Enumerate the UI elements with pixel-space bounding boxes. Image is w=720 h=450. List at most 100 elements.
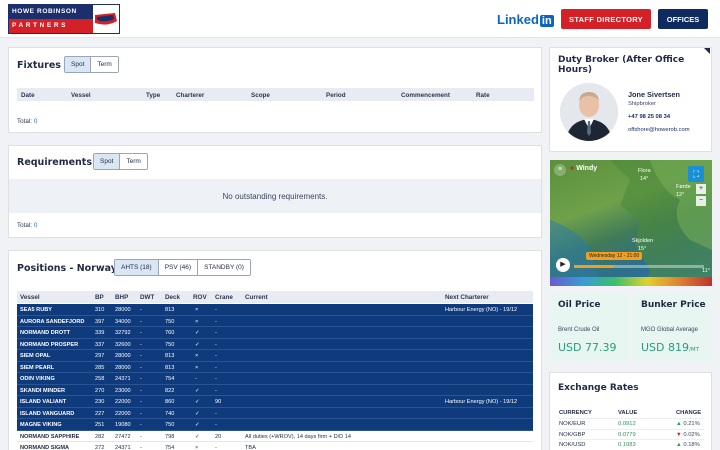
col-charterer[interactable]: Charterer [176, 92, 204, 99]
fixtures-tab-spot[interactable]: Spot [65, 57, 91, 72]
fixtures-tabs: Spot Term [64, 56, 119, 73]
cell-next: Harbour Energy (NO) - 19/12 [445, 307, 518, 313]
col-current[interactable]: Current [245, 294, 268, 301]
cell-crane: 90 [215, 399, 222, 405]
cell-dwt: - [140, 410, 142, 417]
table-row[interactable]: ISLAND VANGUARD 227 22000 - 740 ✓ - [17, 407, 533, 419]
play-icon[interactable]: ▶ [556, 258, 570, 272]
cell-dwt: - [140, 387, 142, 394]
cell-deck: 860 [165, 399, 175, 405]
table-row[interactable]: SIEM PEARL 285 28000 - 813 × - [17, 361, 533, 373]
table-row[interactable]: NORMAND SIGMA 272 24371 - 754 × - TBA [17, 442, 533, 450]
col-vessel[interactable]: Vessel [20, 294, 40, 301]
col-deck[interactable]: Deck [165, 294, 180, 301]
cell-bp: 339 [95, 330, 105, 336]
fixtures-table-header: Date Vessel Type Charterer Scope Period … [17, 88, 534, 101]
table-row[interactable]: NORMAND DROTT 339 32792 - 760 ✓ - [17, 327, 533, 339]
table-row[interactable]: ISLAND VALIANT 230 22000 - 860 ✓ 90 Harbour Ene… [17, 396, 533, 408]
zoom-out-button[interactable]: − [696, 196, 706, 206]
col-period[interactable]: Period [326, 92, 346, 99]
map-label-skjolden: Skjolden [632, 238, 654, 244]
requirements-total: Total: 0 [17, 222, 37, 229]
positions-tab-psv[interactable]: PSV (46) [157, 260, 198, 275]
windy-brand-text: Windy [576, 165, 598, 172]
site-header: HOWE ROBINSON PARTNERS Linked in STAFF DI… [0, 0, 720, 38]
requirements-tab-spot[interactable]: Spot [94, 154, 120, 169]
fullscreen-icon[interactable]: ⛶ [688, 166, 704, 182]
requirements-total-value: 0 [33, 222, 38, 229]
positions-title: Positions - Norway [17, 263, 117, 274]
table-row[interactable]: SKANDI MINDER 270 23000 - 822 ✓ - [17, 384, 533, 396]
cell-current: All duties (+WROV), 14 days firm + D/D 1… [245, 433, 352, 440]
cell-rov: ✓ [195, 433, 200, 440]
col-date[interactable]: Date [21, 92, 35, 99]
oil-price-card: Oil Price Brent Crude Oil USD 77.39 [550, 293, 629, 362]
exchange-rates-title: Exchange Rates [558, 383, 639, 393]
cell-dwt: - [140, 353, 142, 359]
table-row[interactable]: SIEM OPAL 297 28000 - 813 × - [17, 350, 533, 362]
cell-dwt: - [140, 330, 142, 336]
col-rate[interactable]: Rate [476, 92, 490, 99]
windy-logo-icon: ● [570, 165, 575, 172]
fx-col-currency: CURRENCY [559, 410, 592, 416]
zoom-in-button[interactable]: + [696, 184, 706, 194]
cell-rov: ✓ [195, 410, 200, 417]
col-scope[interactable]: Scope [251, 92, 270, 99]
cell-crane: - [215, 376, 217, 382]
col-dwt[interactable]: DWT [140, 294, 154, 301]
table-row[interactable]: AURORA SANDEFJORD 397 34000 - 750 × - [17, 315, 533, 327]
cell-vessel: SKANDI MINDER [20, 387, 66, 394]
broker-phone[interactable]: +47 98 25 08 34 [628, 114, 670, 120]
col-vessel[interactable]: Vessel [71, 92, 91, 99]
table-row[interactable]: NORMAND PROSPER 337 32600 - 750 ✓ - [17, 338, 533, 350]
cell-dwt: - [140, 399, 142, 405]
cell-dwt: - [140, 307, 142, 313]
cell-bp: 310 [95, 307, 105, 313]
cell-crane: - [215, 387, 217, 394]
col-type[interactable]: Type [146, 92, 160, 99]
weather-map[interactable]: ≡ ● Windy ⛶ + − Flora 14° Førde 12° Skjo… [550, 160, 712, 286]
company-logo[interactable]: HOWE ROBINSON PARTNERS [8, 4, 120, 34]
cell-bhp: 32792 [115, 330, 131, 336]
col-bhp[interactable]: BHP [115, 294, 128, 301]
cell-bp: 337 [95, 341, 105, 348]
fx-row: NOK/EUR 0.0912 ▲ 0.21% [558, 419, 704, 430]
timeline-slider[interactable] [574, 265, 704, 268]
table-row[interactable]: NORMAND SAPPHIRE 282 27472 - 798 ✓ 20 All dutie… [17, 430, 533, 442]
cell-vessel: ISLAND VANGUARD [20, 410, 75, 417]
col-crane[interactable]: Crane [215, 294, 233, 301]
offices-button[interactable]: OFFICES [658, 9, 708, 29]
broker-email[interactable]: offshore@howerob.com [628, 127, 690, 133]
cell-rov: - [195, 376, 197, 382]
cell-rov: × [195, 353, 199, 359]
cell-crane: - [215, 445, 217, 450]
cell-crane: - [215, 410, 217, 417]
positions-tab-ahts[interactable]: AHTS (18) [115, 260, 158, 275]
table-row[interactable]: ODIN VIKING 258 24371 - 754 - - [17, 373, 533, 385]
fx-value: 0.1083 [618, 442, 636, 448]
cell-bhp: 28000 [115, 364, 131, 371]
linkedin-link[interactable]: Linked in [497, 12, 554, 27]
col-commencement[interactable]: Commencement [401, 92, 450, 99]
cell-dwt: - [140, 445, 142, 450]
staff-directory-button[interactable]: STAFF DIRECTORY [561, 9, 651, 29]
col-bp[interactable]: BP [95, 294, 104, 301]
col-next-charterer[interactable]: Next Charterer [445, 294, 489, 301]
fixtures-tab-term[interactable]: Term [90, 57, 118, 72]
broker-role: Shipbroker [628, 101, 657, 107]
positions-tab-standby[interactable]: STANDBY (0) [197, 260, 250, 275]
logo-top-text: HOWE ROBINSON [9, 5, 93, 19]
cell-rov: ✓ [195, 341, 200, 348]
cell-deck: 750 [165, 341, 175, 348]
table-row[interactable]: MAGNE VIKING 251 19080 - 750 ✓ - [17, 419, 533, 431]
positions-tabs: AHTS (18) PSV (46) STANDBY (0) [114, 259, 251, 276]
cell-bp: 397 [95, 318, 105, 325]
cell-rov: × [195, 307, 199, 313]
cell-vessel: SIEM OPAL [20, 353, 51, 359]
menu-icon[interactable]: ≡ [554, 164, 566, 176]
cell-vessel: MAGNE VIKING [20, 422, 62, 428]
table-row[interactable]: SEA5 RUBY 310 28000 - 813 × - Harbour Energy (N… [17, 304, 533, 316]
cell-bhp: 22000 [115, 410, 131, 417]
col-rov[interactable]: ROV [193, 294, 207, 301]
requirements-tab-term[interactable]: Term [119, 154, 147, 169]
